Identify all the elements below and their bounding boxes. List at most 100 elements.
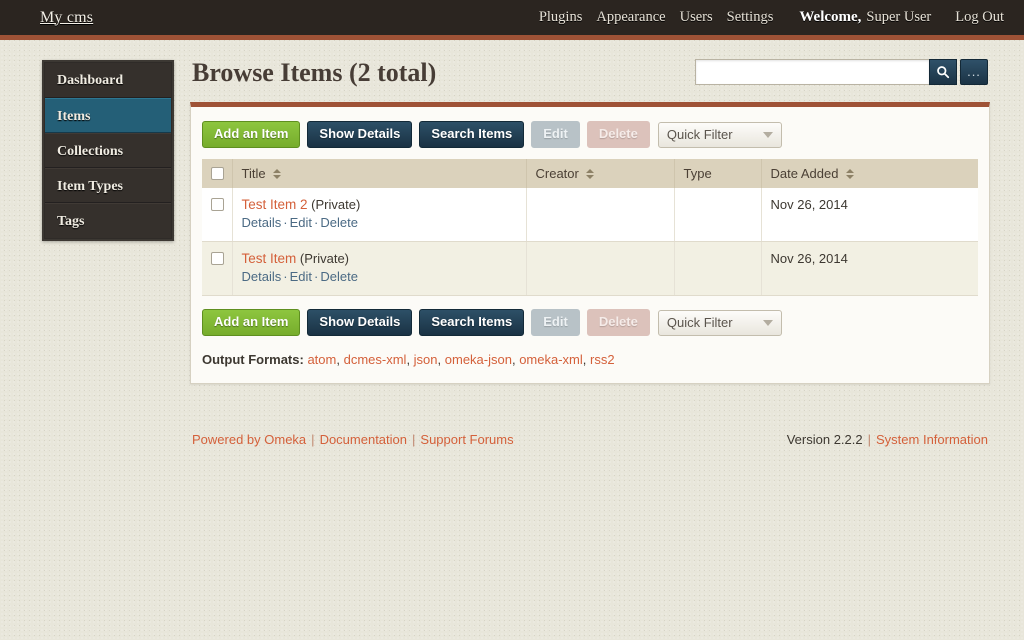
nav-settings[interactable]: Settings bbox=[727, 9, 774, 26]
sidebar-item-dashboard[interactable]: Dashboard bbox=[45, 63, 171, 98]
row-checkbox[interactable] bbox=[211, 252, 224, 265]
column-label-creator: Creator bbox=[536, 166, 579, 181]
table-row: Test Item (Private) Details·Edit·Delete … bbox=[202, 242, 978, 296]
column-header-creator[interactable]: Creator bbox=[526, 159, 674, 188]
welcome-label: Welcome, bbox=[799, 9, 861, 26]
row-checkbox[interactable] bbox=[211, 198, 224, 211]
search-items-button-bottom[interactable]: Search Items bbox=[419, 309, 524, 336]
item-visibility-label: (Private) bbox=[300, 251, 349, 266]
row-creator-cell bbox=[526, 188, 674, 242]
footer-separator: | bbox=[407, 432, 420, 447]
toolbar-top: Add an Item Show Details Search Items Ed… bbox=[202, 121, 978, 148]
nav-plugins[interactable]: Plugins bbox=[539, 9, 583, 26]
output-format-dcmes-xml[interactable]: dcmes-xml bbox=[344, 352, 407, 367]
table-header: Title Creator Type Date Added bbox=[202, 159, 978, 188]
output-format-rss2[interactable]: rss2 bbox=[590, 352, 615, 367]
page-title: Browse Items (2 total) bbox=[192, 58, 436, 88]
row-title-cell: Test Item (Private) Details·Edit·Delete bbox=[232, 242, 526, 296]
output-formats-label: Output Formats: bbox=[202, 352, 304, 367]
table-body: Test Item 2 (Private) Details·Edit·Delet… bbox=[202, 188, 978, 296]
nav-appearance[interactable]: Appearance bbox=[596, 9, 665, 26]
row-select-cell bbox=[202, 188, 232, 242]
table-header-row: Title Creator Type Date Added bbox=[202, 159, 978, 188]
quick-filter-select-top[interactable]: Quick Filter bbox=[658, 122, 782, 148]
edit-button-top: Edit bbox=[531, 121, 580, 148]
nav-users[interactable]: Users bbox=[680, 9, 713, 26]
search-input[interactable] bbox=[695, 59, 929, 85]
logout-link[interactable]: Log Out bbox=[955, 9, 1004, 26]
page-footer: Powered by Omeka | Documentation | Suppo… bbox=[190, 432, 990, 447]
system-information-link[interactable]: System Information bbox=[876, 432, 988, 447]
item-title-link[interactable]: Test Item bbox=[242, 251, 297, 266]
items-table: Title Creator Type Date Added bbox=[202, 159, 978, 296]
header-navigation: Plugins Appearance Users Settings Welcom… bbox=[539, 9, 1004, 26]
item-visibility-label: (Private) bbox=[311, 197, 360, 212]
add-item-button-top[interactable]: Add an Item bbox=[202, 121, 300, 148]
select-all-header bbox=[202, 159, 232, 188]
site-title-link[interactable]: My cms bbox=[40, 9, 93, 27]
quick-filter-select-bottom[interactable]: Quick Filter bbox=[658, 310, 782, 336]
delete-button-bottom: Delete bbox=[587, 309, 650, 336]
top-header: My cms Plugins Appearance Users Settings… bbox=[0, 0, 1024, 40]
row-action-details[interactable]: Details bbox=[242, 215, 282, 230]
column-label-date-added: Date Added bbox=[771, 166, 839, 181]
column-header-date-added[interactable]: Date Added bbox=[761, 159, 978, 188]
sort-icon-creator bbox=[586, 169, 594, 179]
footer-separator: | bbox=[306, 432, 319, 447]
row-action-delete[interactable]: Delete bbox=[320, 215, 358, 230]
row-select-cell bbox=[202, 242, 232, 296]
show-details-button-bottom[interactable]: Show Details bbox=[307, 309, 412, 336]
output-format-omeka-json[interactable]: omeka-json bbox=[445, 352, 512, 367]
output-format-omeka-xml[interactable]: omeka-xml bbox=[519, 352, 583, 367]
user-greeting: Welcome, Super User bbox=[799, 9, 931, 26]
search-icon bbox=[936, 65, 950, 79]
toolbar-bottom: Add an Item Show Details Search Items Ed… bbox=[202, 309, 978, 336]
column-header-title[interactable]: Title bbox=[232, 159, 526, 188]
output-format-json[interactable]: json bbox=[414, 352, 438, 367]
sort-icon-date-added bbox=[846, 169, 854, 179]
column-label-title: Title bbox=[242, 166, 266, 181]
username-label: Super User bbox=[866, 9, 931, 26]
table-row: Test Item 2 (Private) Details·Edit·Delet… bbox=[202, 188, 978, 242]
column-header-type[interactable]: Type bbox=[674, 159, 761, 188]
sort-icon-title bbox=[273, 169, 281, 179]
show-details-button-top[interactable]: Show Details bbox=[307, 121, 412, 148]
sidebar-item-tags[interactable]: Tags bbox=[45, 203, 171, 238]
row-action-edit[interactable]: Edit bbox=[290, 215, 312, 230]
item-title-link[interactable]: Test Item 2 bbox=[242, 197, 308, 212]
support-forums-link[interactable]: Support Forums bbox=[420, 432, 513, 447]
documentation-link[interactable]: Documentation bbox=[320, 432, 407, 447]
row-action-edit[interactable]: Edit bbox=[290, 269, 312, 284]
row-action-delete[interactable]: Delete bbox=[320, 269, 358, 284]
page-header: Browse Items (2 total) ... bbox=[190, 56, 990, 100]
search-submit-button[interactable] bbox=[929, 59, 957, 85]
delete-button-top: Delete bbox=[587, 121, 650, 148]
add-item-button-bottom[interactable]: Add an Item bbox=[202, 309, 300, 336]
row-title-cell: Test Item 2 (Private) Details·Edit·Delet… bbox=[232, 188, 526, 242]
sidebar-item-items[interactable]: Items bbox=[45, 98, 171, 133]
row-date-added-cell: Nov 26, 2014 bbox=[761, 188, 978, 242]
content-panel: Add an Item Show Details Search Items Ed… bbox=[190, 102, 990, 384]
version-label: Version 2.2.2 bbox=[787, 432, 863, 447]
quick-filter-label-top: Quick Filter bbox=[667, 127, 733, 142]
row-actions: Details·Edit·Delete bbox=[242, 269, 517, 284]
row-type-cell bbox=[674, 242, 761, 296]
footer-left-links: Powered by Omeka | Documentation | Suppo… bbox=[192, 432, 514, 447]
select-all-checkbox[interactable] bbox=[211, 167, 224, 180]
row-actions: Details·Edit·Delete bbox=[242, 215, 517, 230]
chevron-down-icon bbox=[763, 132, 773, 138]
chevron-down-icon bbox=[763, 320, 773, 326]
sidebar-item-item-types[interactable]: Item Types bbox=[45, 168, 171, 203]
row-action-details[interactable]: Details bbox=[242, 269, 282, 284]
sidebar-item-collections[interactable]: Collections bbox=[45, 133, 171, 168]
search-form: ... bbox=[695, 59, 988, 85]
search-items-button-top[interactable]: Search Items bbox=[419, 121, 524, 148]
sidebar-navigation: Dashboard Items Collections Item Types T… bbox=[42, 60, 174, 241]
output-format-atom[interactable]: atom bbox=[307, 352, 336, 367]
column-label-type: Type bbox=[684, 166, 712, 181]
advanced-search-button[interactable]: ... bbox=[960, 59, 988, 85]
powered-by-omeka-link[interactable]: Powered by Omeka bbox=[192, 432, 306, 447]
row-type-cell bbox=[674, 188, 761, 242]
edit-button-bottom: Edit bbox=[531, 309, 580, 336]
row-date-added-cell: Nov 26, 2014 bbox=[761, 242, 978, 296]
